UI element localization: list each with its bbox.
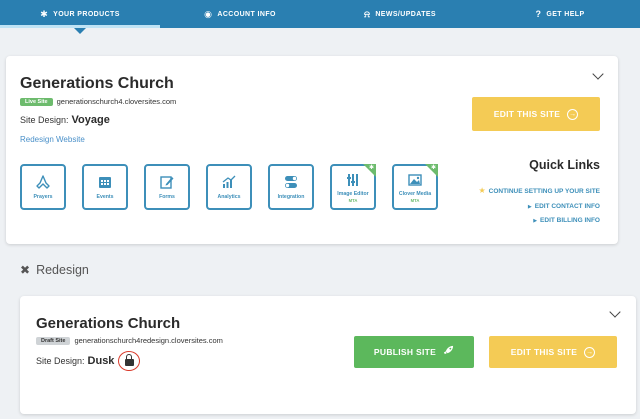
site-design-row: Site Design: Voyage (20, 114, 110, 126)
arrow-circle-icon: → (567, 108, 579, 120)
tool-grid: Prayers Events Forms Analytics Integrati… (20, 164, 454, 210)
quick-link-label: EDIT BILLING INFO (540, 217, 600, 224)
praying-hands-icon (35, 174, 51, 191)
tab-label: ACCOUNT INFO (217, 10, 276, 18)
tab-get-help[interactable]: ? GET HELP (480, 0, 640, 28)
star-icon: ★ (478, 186, 486, 195)
edit-site-button[interactable]: EDIT THIS SITE → (489, 336, 617, 368)
redesign-site-card: Generations Church Draft Site generation… (20, 296, 636, 414)
tool-clover-media[interactable]: ✱ Clover Media MTA (392, 164, 438, 210)
tool-sublabel: MTA (410, 197, 420, 203)
arrow-right-icon: ▶ (533, 218, 538, 224)
site-title: Generations Church (36, 315, 181, 332)
lock-highlight-circle[interactable] (118, 351, 141, 371)
tool-analytics[interactable]: Analytics (206, 164, 252, 210)
site-design-row: Site Design: Dusk (36, 351, 141, 371)
button-label: EDIT THIS SITE (493, 109, 561, 119)
quick-links-list: ★ CONTINUE SETTING UP YOUR SITE ▶ EDIT CON… (478, 186, 600, 232)
edit-site-button[interactable]: EDIT THIS SITE → (472, 97, 600, 131)
redesign-website-link[interactable]: Redesign Website (20, 135, 85, 144)
tool-label: Prayers (33, 193, 53, 200)
site-design-label: Site Design: (20, 115, 69, 125)
tool-label: Integration (277, 193, 305, 200)
puzzle-icon: ✱ (40, 8, 49, 19)
site-title: Generations Church (20, 75, 174, 92)
tool-label: Analytics (217, 193, 241, 200)
tab-account-info[interactable]: ◉ ACCOUNT INFO (160, 0, 320, 28)
button-label: EDIT THIS SITE (510, 347, 578, 357)
site-url: generationschurch4redesign.cloversites.c… (74, 336, 223, 345)
tool-image-editor[interactable]: ✱ Image Editor MTA (330, 164, 376, 210)
star-icon: ✱ (430, 165, 436, 171)
star-icon: ✱ (368, 165, 374, 171)
tab-your-products[interactable]: ✱ YOUR PRODUCTS (0, 0, 160, 28)
top-nav: ✱ YOUR PRODUCTS ◉ ACCOUNT INFO ⍾ NEWS/UP… (0, 0, 640, 28)
tool-events[interactable]: Events (82, 164, 128, 210)
tab-label: YOUR PRODUCTS (53, 10, 120, 18)
lock-icon (124, 354, 134, 366)
arrow-right-icon: ▶ (527, 203, 532, 210)
tab-label: NEWS/UPDATES (375, 10, 437, 18)
section-title: Redesign (36, 263, 89, 277)
tool-label: Forms (159, 193, 175, 200)
arrow-circle-icon: → (584, 346, 596, 358)
status-badge: Live Site (20, 97, 53, 106)
active-tab-caret (74, 28, 86, 34)
help-circle-icon: ? (535, 8, 542, 19)
site-design-value: Voyage (71, 114, 110, 126)
calendar-icon (97, 174, 113, 191)
site-url-row: Live Site generationschurch4.cloversites… (20, 97, 176, 106)
rocket-icon (443, 345, 454, 359)
tools-icon: ✖ (20, 263, 31, 277)
quick-link-label: CONTINUE SETTING UP YOUR SITE (488, 188, 600, 195)
status-badge: Draft Site (36, 336, 71, 345)
tab-news-updates[interactable]: ⍾ NEWS/UPDATES (320, 0, 480, 28)
tool-integration[interactable]: Integration (268, 164, 314, 210)
image-editor-icon (345, 171, 361, 188)
user-circle-icon: ◉ (204, 8, 213, 19)
edit-form-icon (159, 174, 175, 191)
redesign-heading: ✖ Redesign (20, 263, 89, 277)
tool-sublabel: MTA (348, 197, 358, 203)
chevron-down-icon[interactable] (609, 306, 621, 318)
site-url: generationschurch4.cloversites.com (56, 97, 177, 106)
chevron-down-icon[interactable] (592, 68, 604, 80)
site-design-value: Dusk (87, 355, 115, 367)
tab-label: GET HELP (546, 10, 585, 18)
site-design-label: Site Design: (36, 356, 85, 366)
live-site-card: Generations Church Live Site generations… (6, 56, 618, 244)
quick-link-edit-billing[interactable]: ▶ EDIT BILLING INFO (478, 217, 600, 224)
quick-link-continue-setup[interactable]: ★ CONTINUE SETTING UP YOUR SITE (478, 186, 600, 195)
button-label: PUBLISH SITE (373, 347, 437, 357)
quick-link-edit-contact[interactable]: ▶ EDIT CONTACT INFO (478, 203, 600, 210)
quick-link-label: EDIT CONTACT INFO (534, 202, 600, 210)
bell-icon: ⍾ (363, 8, 371, 19)
site-url-row: Draft Site generationschurch4redesign.cl… (36, 336, 223, 345)
tool-prayers[interactable]: Prayers (20, 164, 66, 210)
quick-links-title: Quick Links (529, 158, 600, 172)
chart-up-icon (221, 174, 237, 191)
media-image-icon (407, 171, 423, 188)
toggle-icon (283, 174, 299, 191)
publish-site-button[interactable]: PUBLISH SITE (354, 336, 474, 368)
tool-label: Events (96, 193, 114, 200)
tool-forms[interactable]: Forms (144, 164, 190, 210)
